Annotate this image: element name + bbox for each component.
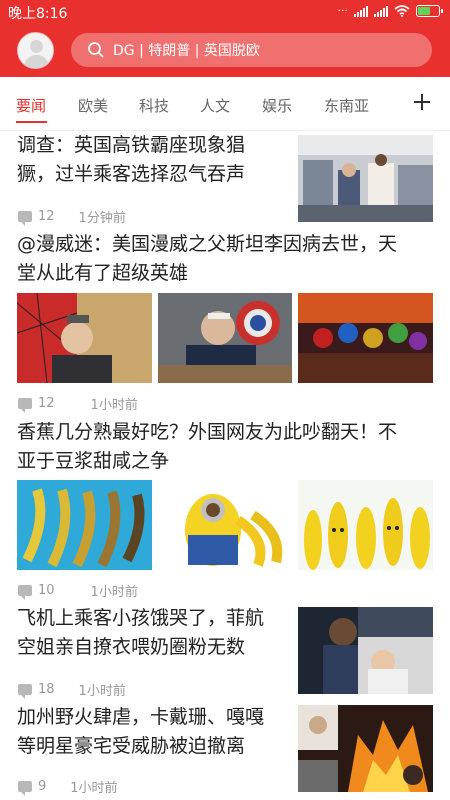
news-title-line: @漫威迷：美国漫威之父斯坦李因病去世，天: [17, 233, 398, 255]
news-meta: 18 1小时前: [18, 680, 126, 699]
comment-count: 18: [38, 682, 55, 697]
tab-entertainment[interactable]: 娱乐: [262, 95, 292, 116]
news-time: 1小时前: [70, 781, 118, 796]
news-title-line: 獗，过半乘客选择忍气吞声: [17, 163, 246, 185]
active-tab-indicator: [16, 121, 47, 123]
news-image-2[interactable]: [158, 293, 292, 383]
avatar-body: [24, 55, 49, 68]
news-title: @漫威迷：美国漫威之父斯坦李因病去世，天 堂从此有了超级英雄: [17, 230, 437, 288]
comment-count: 12: [38, 209, 55, 224]
avatar-head: [30, 40, 43, 53]
news-title-line: 等明星豪宅受威胁被迫撤离: [17, 735, 246, 757]
news-image-2[interactable]: [158, 480, 292, 570]
news-image-1[interactable]: [17, 293, 152, 383]
news-title-line: 飞机上乘客小孩饿哭了，菲航: [17, 607, 265, 629]
plus-icon[interactable]: [412, 92, 432, 112]
news-image-3[interactable]: [298, 480, 433, 570]
news-title-line: 加州野火肆虐，卡戴珊、嘎嘎: [17, 706, 265, 728]
news-title-line: 堂从此有了超级英雄: [17, 262, 189, 284]
signal-icon-2: [374, 5, 388, 17]
news-title-line: 空姐亲自撩衣喂奶圈粉无数: [17, 636, 246, 658]
search-bar[interactable]: DG | 特朗普 | 英国脱欧: [71, 33, 432, 67]
dots-icon: ···: [337, 4, 349, 17]
status-time: 晚上8:16: [8, 6, 68, 22]
avatar[interactable]: [17, 32, 54, 69]
news-title-line: 调查：英国高铁霸座现象猖: [17, 134, 246, 156]
wifi-icon: [394, 4, 410, 17]
news-meta: 12 1分钟前: [18, 207, 126, 226]
news-title: 香蕉几分熟最好吃？外国网友为此吵翻天！不 亚于豆浆甜咸之争: [17, 418, 437, 476]
news-title: 调查：英国高铁霸座现象猖 獗，过半乘客选择忍气吞声: [17, 131, 287, 189]
news-time: 1小时前: [90, 585, 138, 600]
comment-icon: [18, 684, 32, 699]
app-header: 晚上8:16 ··· DG | 特朗普 | 英国脱欧: [0, 0, 450, 77]
comment-icon: [18, 781, 32, 796]
tab-headline[interactable]: 要闻: [16, 95, 46, 116]
battery-icon: [416, 4, 443, 17]
comment-icon: [18, 398, 32, 413]
category-tabs: 要闻 欧美 科技 人文 娱乐 东南亚: [0, 77, 450, 131]
search-text: DG | 特朗普 | 英国脱欧: [113, 43, 260, 59]
news-time: 1小时前: [78, 684, 126, 699]
status-bar: 晚上8:16 ···: [0, 0, 450, 24]
news-image-3[interactable]: [298, 293, 433, 383]
search-icon: [88, 42, 104, 58]
news-title-line: 亚于豆浆甜咸之争: [17, 450, 170, 472]
signal-icon: [354, 5, 368, 17]
comment-icon: [18, 585, 32, 600]
tab-europe-america[interactable]: 欧美: [78, 95, 108, 116]
comment-count: 9: [38, 779, 47, 794]
news-title: 飞机上乘客小孩饿哭了，菲航 空姐亲自撩衣喂奶圈粉无数: [17, 604, 287, 662]
news-thumbnail[interactable]: [298, 607, 433, 694]
news-title: 加州野火肆虐，卡戴珊、嘎嘎 等明星豪宅受威胁被迫撤离: [17, 703, 287, 761]
comment-icon: [18, 211, 32, 226]
news-meta: 9 1小时前: [18, 777, 118, 796]
news-thumbnail[interactable]: [298, 705, 433, 792]
news-time: 1小时前: [90, 398, 138, 413]
tab-southeast-asia[interactable]: 东南亚: [324, 95, 369, 116]
news-image-1[interactable]: [17, 480, 152, 570]
comment-count: 10: [38, 583, 55, 598]
news-title-line: 香蕉几分熟最好吃？外国网友为此吵翻天！不: [17, 421, 398, 443]
tab-tech[interactable]: 科技: [139, 95, 169, 116]
news-meta: 12 1小时前: [18, 394, 138, 413]
news-time: 1分钟前: [78, 211, 126, 226]
news-meta: 10 1小时前: [18, 581, 138, 600]
comment-count: 12: [38, 396, 55, 411]
tab-culture[interactable]: 人文: [200, 95, 230, 116]
news-thumbnail[interactable]: [298, 135, 433, 222]
status-icons: ···: [337, 4, 443, 17]
